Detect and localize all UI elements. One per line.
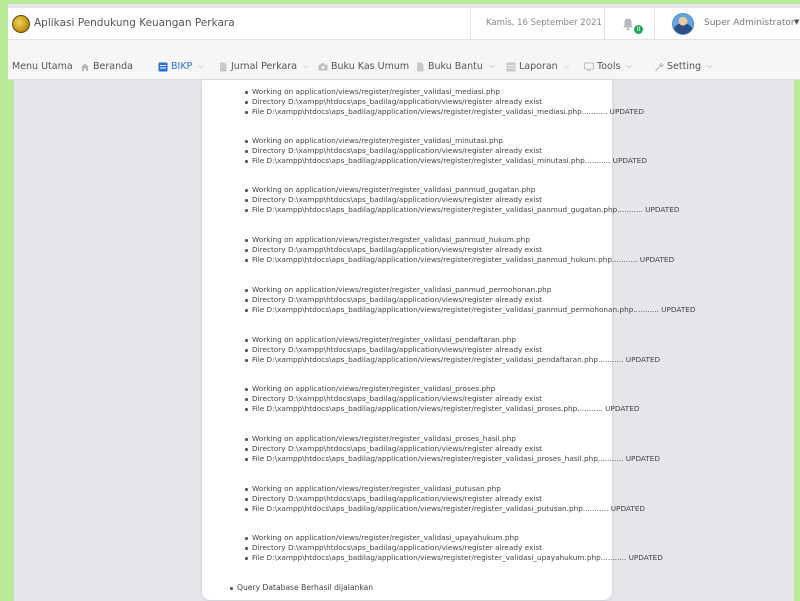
log-line: Directory D:\xampp\htdocs\aps_badilag/ap…	[202, 97, 762, 107]
log-line: Directory D:\xampp\htdocs\aps_badilag/ap…	[202, 444, 762, 454]
log-line: Directory D:\xampp\htdocs\aps_badilag/ap…	[202, 245, 762, 255]
log-line: Working on application/views/register/re…	[202, 434, 762, 444]
log-final: Query Database Berhasil dijalankan	[202, 583, 602, 593]
log-line: Working on application/views/register/re…	[202, 384, 762, 394]
log-line: File D:\xampp\htdocs\aps_badilag/applica…	[202, 404, 762, 414]
log-line: Directory D:\xampp\htdocs\aps_badilag/ap…	[202, 494, 762, 504]
nav-item-laporan[interactable]: Laporan ⌵	[506, 61, 569, 72]
book-icon	[158, 62, 168, 71]
log-line: File D:\xampp\htdocs\aps_badilag/applica…	[202, 553, 762, 563]
log-line: File D:\xampp\htdocs\aps_badilag/applica…	[202, 255, 762, 265]
top-header: Aplikasi Pendukung Keuangan Perkara Kami…	[8, 8, 800, 40]
log-line: Working on application/views/register/re…	[202, 235, 762, 245]
log-line: Working on application/views/register/re…	[202, 285, 762, 295]
header-divider	[654, 8, 655, 40]
log-group: Working on application/views/register/re…	[202, 285, 762, 315]
file-icon	[220, 62, 227, 71]
log-line: Working on application/views/register/re…	[202, 136, 762, 146]
log-line: File D:\xampp\htdocs\aps_badilag/applica…	[202, 454, 762, 464]
log-line: Working on application/views/register/re…	[202, 87, 762, 97]
nav-item-setting[interactable]: Setting ⌵	[654, 61, 712, 72]
log-line: Directory D:\xampp\htdocs\aps_badilag/ap…	[202, 394, 762, 404]
log-group: Working on application/views/register/re…	[202, 533, 762, 563]
log-line: Directory D:\xampp\htdocs\aps_badilag/ap…	[202, 195, 762, 205]
log-group: Working on application/views/register/re…	[202, 484, 762, 514]
log-line: File D:\xampp\htdocs\aps_badilag/applica…	[202, 156, 762, 166]
log-line: Directory D:\xampp\htdocs\aps_badilag/ap…	[202, 543, 762, 553]
log-line: File D:\xampp\htdocs\aps_badilag/applica…	[202, 305, 762, 315]
nav-item-label: Laporan	[519, 61, 558, 72]
nav-item-buku-kas-umum[interactable]: Buku Kas Umum	[318, 61, 409, 72]
nav-item-label: Beranda	[93, 61, 133, 72]
app-logo-icon	[12, 15, 30, 33]
current-date: Kamis, 16 September 2021	[486, 18, 602, 28]
chevron-down-icon: ⌵	[563, 62, 570, 70]
notification-badge: 0	[634, 25, 643, 34]
main-navbar: Menu Utama Beranda BIKP ⌵ Jurnal Perkara…	[8, 40, 800, 80]
monitor-icon	[584, 62, 594, 71]
nav-menu-label-text: Menu Utama	[12, 61, 73, 72]
bell-icon[interactable]	[621, 17, 635, 31]
log-line: Working on application/views/register/re…	[202, 484, 762, 494]
nav-item-label: Jurnal Perkara	[231, 61, 298, 72]
log-line: File D:\xampp\htdocs\aps_badilag/applica…	[202, 504, 762, 514]
file-icon	[417, 62, 424, 71]
chevron-down-icon: ⌵	[303, 62, 309, 70]
log-line: Working on application/views/register/re…	[202, 335, 762, 345]
chevron-down-icon: ⌵	[488, 62, 495, 70]
log-line: Working on application/views/register/re…	[202, 185, 762, 195]
log-line: Directory D:\xampp\htdocs\aps_badilag/ap…	[202, 146, 762, 156]
chevron-down-icon: ⌵	[626, 62, 632, 70]
nav-item-label: Buku Kas Umum	[331, 61, 410, 72]
nav-menu-label: Menu Utama	[12, 61, 73, 72]
nav-item-label: Setting	[667, 61, 702, 72]
chevron-down-icon: ⌵	[198, 62, 204, 70]
log-group: Working on application/views/register/re…	[202, 434, 762, 464]
nav-item-buku-bantu[interactable]: Buku Bantu ⌵	[415, 61, 494, 72]
nav-item-label: Tools	[597, 61, 621, 72]
log-group: Working on application/views/register/re…	[202, 136, 762, 166]
nav-item-tools[interactable]: Tools ⌵	[584, 61, 632, 72]
user-name[interactable]: Super Administrator	[704, 18, 795, 28]
wrench-icon	[655, 62, 664, 71]
chevron-down-icon: ⌵	[707, 62, 713, 70]
table-icon	[506, 62, 516, 71]
log-line: Directory D:\xampp\htdocs\aps_badilag/ap…	[202, 295, 762, 305]
caret-down-icon[interactable]: ▼	[794, 18, 799, 26]
log-group: Working on application/views/register/re…	[202, 235, 762, 265]
log-group: Working on application/views/register/re…	[202, 185, 762, 215]
left-accent-bar	[8, 80, 14, 601]
log-line: File D:\xampp\htdocs\aps_badilag/applica…	[202, 355, 762, 365]
app-title: Aplikasi Pendukung Keuangan Perkara	[34, 17, 235, 29]
home-icon	[81, 63, 89, 71]
camera-icon	[318, 62, 328, 70]
log-line: Working on application/views/register/re…	[202, 533, 762, 543]
right-accent-bar	[794, 80, 800, 601]
log-line: Directory D:\xampp\htdocs\aps_badilag/ap…	[202, 345, 762, 355]
nav-item-label: BIKP	[171, 61, 193, 72]
query-success-message: Query Database Berhasil dijalankan	[202, 583, 602, 593]
log-line: File D:\xampp\htdocs\aps_badilag/applica…	[202, 107, 762, 117]
header-divider	[604, 8, 605, 40]
log-group: Working on application/views/register/re…	[202, 335, 762, 365]
header-divider	[470, 8, 471, 40]
nav-item-bikp[interactable]: BIKP ⌵	[158, 61, 204, 72]
user-avatar[interactable]	[672, 13, 694, 35]
nav-item-beranda[interactable]: Beranda	[80, 61, 133, 72]
nav-item-label: Buku Bantu	[428, 61, 483, 72]
log-line: File D:\xampp\htdocs\aps_badilag/applica…	[202, 205, 762, 215]
log-group: Working on application/views/register/re…	[202, 384, 762, 414]
nav-item-jurnal-perkara[interactable]: Jurnal Perkara ⌵	[218, 61, 308, 72]
log-group: Working on application/views/register/re…	[202, 87, 762, 117]
